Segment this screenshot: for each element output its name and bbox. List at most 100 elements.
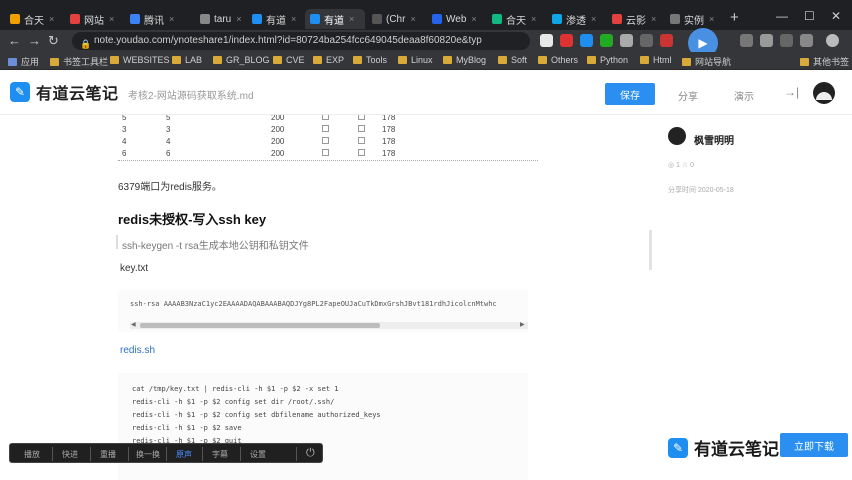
youdao-logo[interactable]: ✎ 有道云笔记 [10, 80, 119, 104]
maximize-button[interactable]: ☐ [804, 9, 815, 23]
tab-close-icon[interactable]: × [236, 14, 241, 24]
tab-close-icon[interactable]: × [709, 14, 714, 24]
tab-9[interactable]: 合天 × [492, 9, 544, 29]
player-item[interactable]: 重播 [100, 449, 116, 460]
player-item[interactable]: 字幕 [212, 449, 228, 460]
bookmark-label: CVE [286, 55, 305, 65]
tab-close-icon[interactable]: × [410, 14, 415, 24]
player-item[interactable]: 播放 [24, 449, 40, 460]
youdao-logo-bottom[interactable]: ✎ 有道云笔记 [668, 435, 779, 460]
player-item[interactable]: 换一换 [136, 449, 160, 460]
present-button[interactable]: 演示 [734, 88, 754, 103]
tab-10[interactable]: 渗透 × [552, 9, 604, 29]
table-cell: 3 [166, 125, 171, 134]
extension-icon[interactable] [620, 34, 633, 47]
tab-close-icon[interactable]: × [591, 14, 596, 24]
tab-close-icon[interactable]: × [49, 14, 54, 24]
address-bar-row: ← → ↻ 🔒 note.youdao.com/ynoteshare1/inde… [0, 30, 852, 52]
player-item-active[interactable]: 原声 [176, 449, 192, 460]
back-arrow-icon[interactable]: ← [8, 33, 21, 48]
minimize-button[interactable]: — [776, 9, 788, 23]
bookmark-label: Soft [511, 55, 528, 65]
tab-11[interactable]: 云影 × [612, 9, 664, 29]
scroll-right-icon[interactable]: ▶ [520, 321, 525, 328]
checkbox[interactable] [358, 125, 365, 132]
reload-icon[interactable]: ↻ [48, 33, 59, 49]
bookmark-folder[interactable]: MyBlog [443, 55, 486, 65]
author-name[interactable]: 枫雪明明 [694, 132, 734, 147]
folder-icon [172, 56, 181, 64]
extension-icon[interactable] [740, 34, 753, 47]
bookmark-folder[interactable]: CVE [273, 55, 305, 65]
extension-icon[interactable] [600, 34, 613, 47]
bookmark-folder[interactable]: Python [587, 55, 628, 65]
bookmark-folder[interactable]: 网站导航 [682, 55, 731, 68]
tab-close-icon[interactable]: × [291, 14, 296, 24]
checkbox[interactable] [358, 137, 365, 144]
bookmark-folder[interactable]: LAB [172, 55, 202, 65]
tab-close-icon[interactable]: × [109, 14, 114, 24]
bookmark-folder[interactable]: GR_BLOG [213, 55, 270, 65]
scroll-left-icon[interactable]: ◀ [131, 321, 136, 328]
bookmark-apps[interactable]: 应用 [8, 55, 39, 68]
extension-icon[interactable] [640, 34, 653, 47]
checkbox[interactable] [322, 137, 329, 144]
extension-icon[interactable] [780, 34, 793, 47]
star-icon[interactable] [540, 34, 553, 47]
tab-8[interactable]: Web × [432, 9, 484, 29]
extension-icon[interactable] [760, 34, 773, 47]
bookmark-folder[interactable]: Tools [353, 55, 387, 65]
share-button[interactable]: 分享 [678, 88, 698, 103]
close-window-button[interactable]: ✕ [831, 9, 841, 23]
user-avatar[interactable] [813, 82, 835, 104]
tab-2[interactable]: 网站 × [70, 9, 122, 29]
bookmark-folder[interactable]: EXP [313, 55, 344, 65]
bookmark-folder[interactable]: 书签工具栏 [50, 55, 108, 68]
bookmark-folder[interactable]: Soft [498, 55, 527, 65]
tab-close-icon[interactable]: × [471, 14, 476, 24]
download-button[interactable]: 立即下载 [780, 433, 848, 457]
checkbox[interactable] [358, 149, 365, 156]
checkbox[interactable] [322, 115, 329, 120]
extension-icon[interactable] [580, 34, 593, 47]
redis-sh-link[interactable]: redis.sh [120, 345, 155, 356]
horizontal-scrollbar[interactable]: ◀ ▶ [130, 322, 528, 329]
tab-close-icon[interactable]: × [531, 14, 536, 24]
checkbox[interactable] [322, 149, 329, 156]
tab-6-active[interactable]: 有道 × [305, 9, 365, 29]
tab-1[interactable]: 合天 × [10, 9, 60, 29]
vertical-scrollbar[interactable] [649, 230, 652, 270]
save-button[interactable]: 保存 [605, 83, 655, 105]
extension-icon[interactable] [560, 34, 573, 47]
player-item[interactable]: 设置 [250, 449, 266, 460]
forward-arrow-icon[interactable]: → [28, 33, 41, 48]
logo-text: 有道云笔记 [694, 440, 779, 459]
player-item[interactable]: 快进 [62, 449, 78, 460]
tab-close-icon[interactable]: × [651, 14, 656, 24]
url-input[interactable]: 🔒 note.youdao.com/ynoteshare1/index.html… [72, 32, 530, 50]
author-avatar[interactable] [668, 127, 686, 145]
bookmark-folder[interactable]: Linux [398, 55, 433, 65]
tab-title: 网站 [84, 15, 104, 27]
power-icon[interactable]: ⏻ [306, 447, 315, 460]
checkbox[interactable] [322, 125, 329, 132]
extension-icon[interactable] [800, 34, 813, 47]
tab-close-icon[interactable]: × [349, 14, 354, 24]
tab-12[interactable]: 实例 × [670, 9, 725, 29]
tab-close-icon[interactable]: × [169, 14, 174, 24]
extension-icon[interactable] [660, 34, 673, 47]
bookmark-folder[interactable]: Others [538, 55, 578, 65]
checkbox[interactable] [358, 115, 365, 120]
bookmark-folder[interactable]: Html [640, 55, 672, 65]
bookmark-other[interactable]: 其他书签 [800, 55, 849, 68]
tab-5[interactable]: 有道 × [252, 9, 302, 29]
scroll-thumb[interactable] [140, 323, 380, 328]
table-row: 3 3 200 178 [118, 125, 538, 137]
profile-avatar[interactable] [826, 34, 839, 47]
bookmark-folder[interactable]: WEBSITES [110, 55, 170, 65]
tab-3[interactable]: 腾讯 × [130, 9, 190, 29]
expand-icon[interactable]: →| [784, 85, 799, 99]
tab-7[interactable]: (Chr × [372, 9, 424, 29]
tab-4[interactable]: taru × [200, 9, 246, 29]
new-tab-button[interactable]: + [730, 9, 739, 26]
